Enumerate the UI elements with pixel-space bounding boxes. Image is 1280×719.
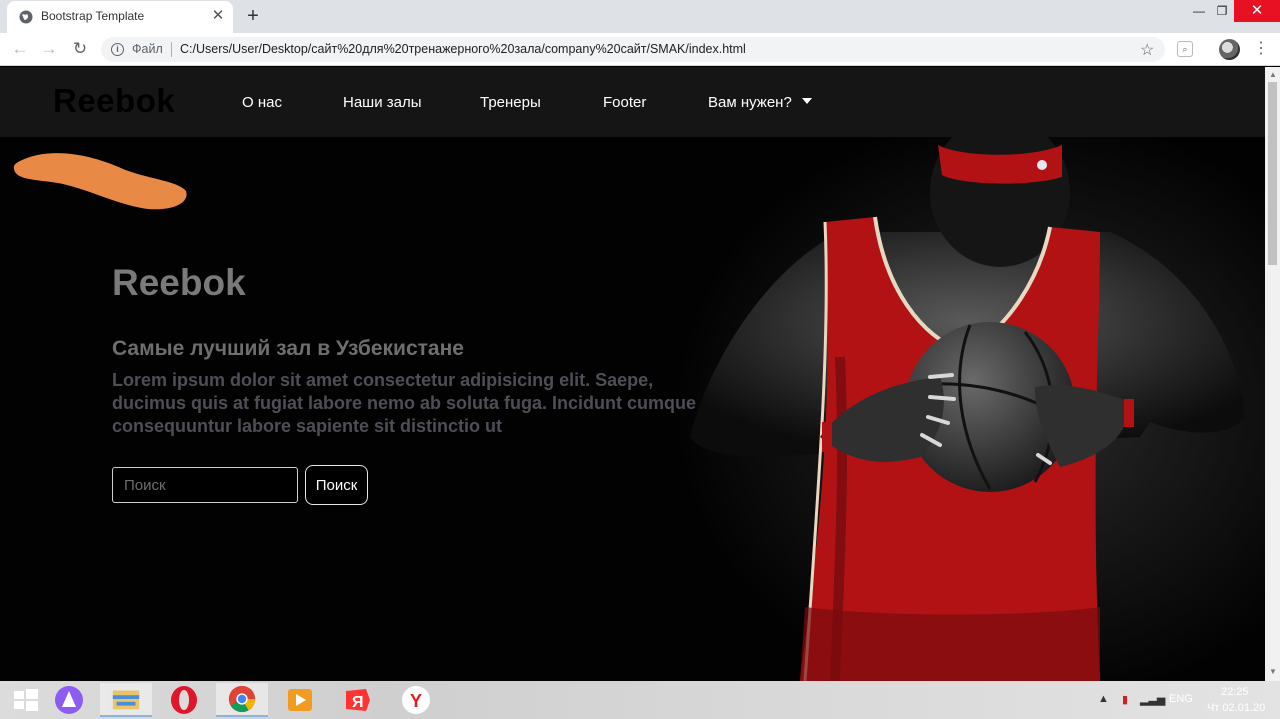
language-indicator[interactable]: ENG (1169, 693, 1193, 705)
address-bar[interactable]: i Файл C:/Users/User/Desktop/сайт%20для%… (101, 37, 1165, 62)
nav-link-gyms[interactable]: Наши залы (343, 94, 422, 111)
hero-description: Lorem ipsum dolor sit amet consectetur a… (112, 370, 697, 436)
zoom-extension-icon[interactable]: ⌕ (1177, 41, 1193, 57)
profile-avatar[interactable] (1219, 39, 1240, 60)
media-player-icon[interactable] (274, 683, 326, 717)
search-button[interactable]: Поиск (305, 465, 368, 505)
svg-text:Y: Y (410, 691, 422, 711)
hero-title: Reebok (112, 262, 246, 303)
close-tab-icon[interactable]: ✕ (210, 7, 226, 25)
tab-title: Bootstrap Template (41, 9, 145, 23)
clock-date[interactable]: Чт 02.01.20 (1207, 702, 1265, 714)
scroll-up-arrow-icon[interactable]: ▲ (1269, 70, 1277, 79)
browser-tab[interactable]: Bootstrap Template ✕ (7, 1, 233, 33)
scheme-label: Файл (132, 42, 163, 56)
caret-down-icon (801, 98, 812, 104)
clock-time[interactable]: 22:25 (1221, 686, 1249, 698)
omnibox-divider (171, 42, 172, 57)
file-explorer-icon[interactable] (100, 683, 152, 717)
web-page: Reebok О нас Наши залы Тренеры Footer Ва… (0, 67, 1265, 681)
opera-browser-icon[interactable] (158, 683, 210, 717)
battery-icon[interactable]: ▮ (1122, 693, 1128, 706)
kebab-menu-icon[interactable]: ⋮ (1253, 38, 1269, 60)
close-window-button[interactable]: ✕ (1234, 0, 1280, 22)
chrome-browser-icon[interactable] (216, 683, 268, 717)
site-navbar: Reebok О нас Наши залы Тренеры Footer Ва… (0, 67, 1265, 137)
show-hidden-icons-icon[interactable]: ▲ (1098, 693, 1109, 705)
svg-text:Я: Я (352, 694, 364, 711)
scroll-down-arrow-icon[interactable]: ▼ (1269, 667, 1277, 676)
browser-tab-strip: Bootstrap Template ✕ + — ❐ ✕ (0, 0, 1280, 33)
bookmark-star-icon[interactable]: ☆ (1140, 40, 1154, 60)
windows-taskbar: Я Y ▲ ▮ ▂▃▅ ENG 22:25 Чт 02.01.20 (0, 681, 1280, 719)
url-text[interactable]: C:/Users/User/Desktop/сайт%20для%20трена… (180, 42, 746, 56)
yandex-browser-icon[interactable]: Я (332, 683, 384, 717)
page-scrollbar[interactable]: ▲ ▼ (1265, 67, 1280, 681)
hero-section: Reebok Самые лучший зал в Узбекистане Lo… (0, 137, 1265, 681)
back-arrow-icon[interactable]: ← (10, 39, 30, 59)
reload-icon[interactable]: ↻ (70, 39, 90, 59)
nav-dropdown-label: Вам нужен? (708, 94, 792, 111)
forward-arrow-icon[interactable]: → (39, 39, 59, 59)
nav-link-about[interactable]: О нас (242, 94, 282, 111)
nav-link-trainers[interactable]: Тренеры (480, 94, 541, 111)
browser-toolbar: ← → ↻ i Файл C:/Users/User/Desktop/сайт%… (0, 33, 1280, 66)
info-icon[interactable]: i (111, 43, 124, 56)
nav-link-footer[interactable]: Footer (603, 94, 646, 111)
hero-subtitle: Самые лучший зал в Узбекистане (112, 337, 464, 360)
globe-icon (19, 10, 33, 24)
orange-scribble-mark (13, 153, 187, 210)
alice-assistant-icon[interactable] (43, 683, 95, 717)
yandex-icon[interactable]: Y (390, 683, 442, 717)
maximize-button[interactable]: ❐ (1207, 0, 1237, 22)
new-tab-button[interactable]: + (244, 5, 262, 27)
search-input[interactable] (112, 467, 298, 503)
basketball-player-image (630, 137, 1265, 681)
nav-dropdown-need[interactable]: Вам нужен? (708, 94, 812, 111)
network-signal-icon[interactable]: ▂▃▅ (1140, 693, 1165, 706)
scrollbar-thumb[interactable] (1268, 82, 1277, 265)
navbar-brand[interactable]: Reebok (53, 82, 175, 120)
